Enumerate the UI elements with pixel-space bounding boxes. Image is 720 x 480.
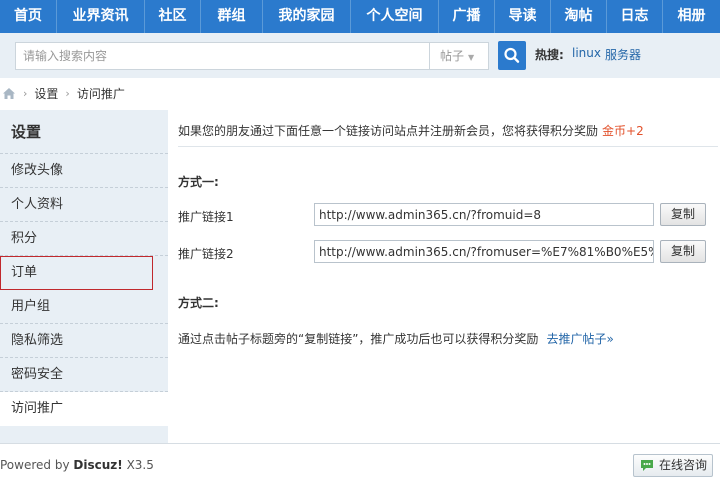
breadcrumb-separator: ›	[65, 86, 70, 100]
chat-icon	[641, 460, 653, 471]
sidebar-item-promotion[interactable]: 访问推广	[0, 392, 168, 426]
nav-item-community[interactable]: 社区	[145, 0, 201, 33]
footer-divider	[0, 443, 720, 444]
home-icon[interactable]	[2, 87, 16, 100]
powered-version: X3.5	[126, 458, 154, 472]
reward-badge: 金币+2	[602, 124, 644, 138]
method-two-tip: 通过点击帖子标题旁的“复制链接”，推广成功后也可以获得积分奖励 去推广帖子»	[178, 330, 614, 347]
search-input[interactable]	[15, 42, 429, 70]
nav-item-groups[interactable]: 群组	[201, 0, 263, 33]
breadcrumb-separator: ›	[23, 86, 28, 100]
nav-item-blog[interactable]: 日志	[607, 0, 663, 33]
promotion-intro: 如果您的朋友通过下面任意一个链接访问站点并注册新会员，您将获得积分奖励 金币+2	[178, 122, 644, 139]
sidebar-item-privacy[interactable]: 隐私筛选	[0, 324, 168, 358]
nav-item-taotie[interactable]: 淘帖	[551, 0, 607, 33]
search-button[interactable]	[498, 41, 526, 70]
nav-item-industry-news[interactable]: 业界资讯	[57, 0, 145, 33]
search-type-label: 帖子	[440, 49, 465, 63]
hot-search-link-linux[interactable]: linux	[572, 46, 601, 60]
divider	[178, 146, 718, 147]
sidebar-title: 设置	[0, 110, 168, 154]
sidebar-item-password-security[interactable]: 密码安全	[0, 358, 168, 392]
promo-link-2-field[interactable]	[314, 240, 654, 263]
nav-item-guide[interactable]: 导读	[495, 0, 551, 33]
sidebar-item-avatar[interactable]: 修改头像	[0, 154, 168, 188]
sidebar-item-profile[interactable]: 个人资料	[0, 188, 168, 222]
breadcrumb: › 设置 › 访问推广	[0, 78, 720, 108]
caret-down-icon: ▼	[468, 53, 475, 62]
sidebar-item-credits[interactable]: 积分	[0, 222, 168, 256]
method-two-title: 方式二:	[178, 296, 219, 310]
method-one-title: 方式一:	[178, 175, 219, 189]
copy-link-2-button[interactable]: 复制	[660, 240, 706, 263]
top-nav: 首页 业界资讯 社区 群组 我的家园 个人空间 广播 导读 淘帖 日志 相册	[0, 0, 720, 33]
hot-search-link-server[interactable]: 服务器	[605, 46, 641, 63]
powered-brand[interactable]: Discuz!	[73, 458, 122, 472]
online-consult-label: 在线咨询	[659, 458, 708, 472]
method-two-tip-text: 通过点击帖子标题旁的“复制链接”，推广成功后也可以获得积分奖励	[178, 332, 539, 346]
breadcrumb-current: 访问推广	[76, 86, 125, 101]
nav-item-my-home[interactable]: 我的家园	[263, 0, 351, 33]
sidebar-item-orders[interactable]: 订单	[0, 256, 153, 290]
promotion-panel: 如果您的朋友通过下面任意一个链接访问站点并注册新会员，您将获得积分奖励 金币+2 …	[168, 110, 720, 443]
promo-link-1-label: 推广链接1	[178, 210, 234, 224]
promotion-intro-text: 如果您的朋友通过下面任意一个链接访问站点并注册新会员，您将获得积分奖励	[178, 124, 599, 138]
nav-item-home[interactable]: 首页	[0, 0, 57, 33]
powered-prefix: Powered by	[0, 458, 70, 472]
breadcrumb-settings[interactable]: 设置	[34, 85, 58, 102]
search-bar: 帖子▼ 热搜: linux 服务器	[0, 33, 720, 78]
search-type-select[interactable]: 帖子 ▼	[429, 42, 489, 70]
powered-by: Powered by Discuz! X3.5	[0, 458, 154, 472]
nav-item-personal-space[interactable]: 个人空间	[351, 0, 439, 33]
promote-thread-link[interactable]: 去推广帖子»	[546, 332, 613, 346]
promo-link-2-label: 推广链接2	[178, 247, 234, 261]
promo-link-1-field[interactable]	[314, 203, 654, 226]
online-consult-button[interactable]: 在线咨询	[633, 454, 713, 477]
copy-link-1-button[interactable]: 复制	[660, 203, 706, 226]
nav-item-album[interactable]: 相册	[663, 0, 720, 33]
settings-sidebar: 设置 修改头像 个人资料 积分 订单 用户组 隐私筛选 密码安全 访问推广	[0, 110, 168, 443]
sidebar-item-usergroup[interactable]: 用户组	[0, 290, 168, 324]
hot-search-label: 热搜:	[535, 48, 564, 62]
search-icon	[504, 47, 520, 63]
nav-item-broadcast[interactable]: 广播	[439, 0, 495, 33]
